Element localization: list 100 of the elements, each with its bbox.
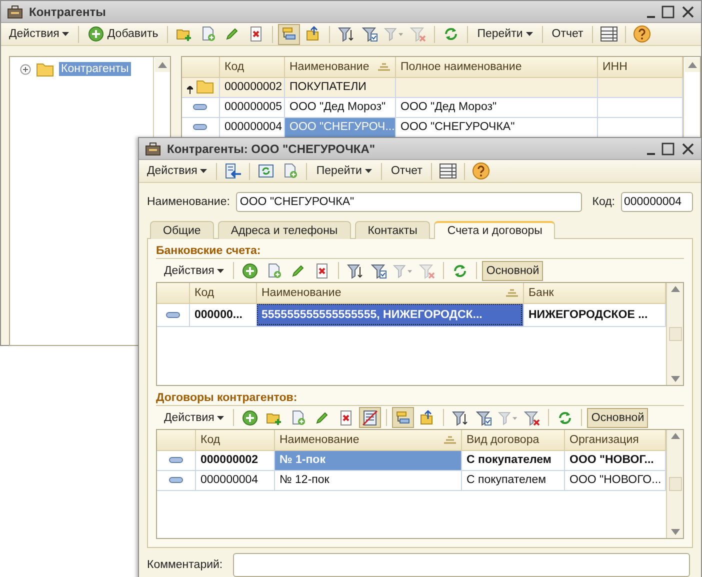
- toolbar-button[interactable]: [598, 24, 620, 44]
- refresh-icon: [443, 26, 460, 42]
- pencil-icon: [290, 262, 306, 278]
- filter-check-icon: [371, 262, 388, 278]
- toolbar-button[interactable]: [631, 24, 654, 44]
- column-title: Банк: [528, 286, 554, 299]
- scrollbar[interactable]: [666, 283, 683, 385]
- scroll-up-icon: [670, 286, 680, 292]
- filter-clear-icon: [524, 410, 540, 426]
- column-title: Вид договора: [466, 434, 540, 446]
- field-label: Код:: [592, 196, 615, 208]
- table-cell: 000000004: [195, 470, 274, 490]
- hierarchy-icon: [395, 410, 412, 426]
- comment-field[interactable]: [233, 553, 690, 577]
- column-header[interactable]: Наименование: [256, 283, 523, 303]
- filter-check-icon: [476, 410, 492, 426]
- table-cell: ООО "НОВОГ...: [564, 450, 666, 470]
- dropdown-caret-icon: [200, 169, 208, 173]
- filter-icon: [338, 26, 354, 42]
- pencil-icon: [224, 26, 240, 42]
- menu-button[interactable]: Перейти: [473, 24, 537, 44]
- table-cell: № 1-пок: [274, 450, 461, 470]
- table-cell: ПОКУПАТЕЛИ: [284, 77, 395, 97]
- field-label: Наименование:: [147, 196, 230, 208]
- tab[interactable]: Контакты: [354, 221, 430, 239]
- minimize-icon: [647, 16, 655, 18]
- toggle-button[interactable]: Основной: [587, 408, 648, 428]
- column-title: Код: [200, 434, 220, 446]
- table-cell: С покупателем: [461, 470, 564, 490]
- column-title: Организация: [570, 434, 639, 446]
- sort-icon: [506, 288, 518, 297]
- document-add-icon: [200, 26, 216, 42]
- delete-icon: [314, 262, 330, 278]
- menu-button[interactable]: Действия: [143, 161, 212, 181]
- column-title: Наименование: [290, 60, 370, 73]
- column-header: [182, 57, 219, 77]
- column-header[interactable]: Код: [195, 430, 274, 450]
- menu-button[interactable]: Действия: [160, 260, 228, 280]
- table-cell: С покупателем: [461, 450, 564, 470]
- tab[interactable]: Адреса и телефоны: [218, 221, 351, 239]
- tab[interactable]: Счета и договоры: [434, 221, 556, 239]
- tab[interactable]: Общие: [150, 221, 214, 239]
- table-cell: ООО "Дед Мороз": [395, 97, 597, 117]
- filter-menu-icon: [498, 410, 518, 426]
- help-icon: [472, 162, 490, 180]
- column-header[interactable]: Наименование: [274, 430, 461, 450]
- column-header[interactable]: Вид договора: [461, 430, 564, 450]
- up-arrow-icon: [187, 86, 193, 94]
- scroll-up-button[interactable]: [154, 58, 170, 72]
- document-add-icon: [290, 410, 306, 426]
- toggle-button[interactable]: Основной: [482, 260, 544, 280]
- scrollbar[interactable]: [666, 430, 683, 538]
- field-label: Комментарий:: [147, 559, 224, 571]
- menu-button[interactable]: Действия: [160, 408, 228, 428]
- menu-button[interactable]: Перейти: [312, 161, 376, 181]
- toolbar-button[interactable]: [470, 160, 492, 182]
- column-header[interactable]: Организация: [564, 430, 666, 450]
- scrollbar-thumb[interactable]: [668, 327, 682, 341]
- column-header[interactable]: Код: [189, 283, 256, 303]
- name-field[interactable]: ООО "СНЕГУРОЧКА": [236, 192, 582, 212]
- document-arrow-icon: [224, 163, 242, 179]
- document-refresh-icon: [258, 163, 274, 179]
- column-header[interactable]: ИНН: [597, 57, 682, 77]
- scroll-up-button[interactable]: [684, 58, 700, 72]
- dropdown-caret-icon: [364, 169, 372, 173]
- delete-icon: [248, 26, 264, 42]
- menu-button[interactable]: Действия: [5, 24, 74, 44]
- window-title: Контрагенты: ООО "СНЕГУРОЧКА": [167, 142, 376, 156]
- column-header[interactable]: Банк: [523, 283, 666, 303]
- filter-check-icon: [362, 26, 378, 42]
- column-header[interactable]: Код: [219, 57, 284, 77]
- filter-menu-icon: [384, 26, 404, 42]
- crossed-document-icon: [362, 410, 378, 426]
- table-cell: НИЖЕГОРОДСКОЕ ...: [523, 303, 666, 326]
- item-icon: [166, 312, 180, 318]
- toolbar-button[interactable]: [359, 407, 382, 428]
- toolbar-button[interactable]: Отчет: [386, 161, 426, 181]
- scrollbar-thumb[interactable]: [668, 477, 682, 491]
- add-icon: [88, 26, 104, 42]
- minimize-icon: [647, 152, 655, 154]
- section-title: Банковские счета:: [156, 245, 261, 257]
- toolbar-button[interactable]: Добавить: [84, 24, 162, 44]
- filter-menu-icon: [393, 262, 414, 278]
- close-icon: [681, 4, 695, 18]
- column-title: ИНН: [602, 60, 628, 73]
- add-icon: [242, 262, 258, 278]
- column-header[interactable]: Наименование: [284, 57, 395, 77]
- dropdown-caret-icon: [526, 32, 533, 36]
- toolbar-button[interactable]: Отчет: [548, 24, 588, 44]
- column-header[interactable]: Полное наименование: [395, 57, 597, 77]
- scroll-up-icon: [158, 62, 166, 68]
- hierarchy-icon: [281, 26, 298, 42]
- dropdown-caret-icon: [62, 32, 70, 36]
- item-icon: [193, 104, 208, 110]
- toolbar-button[interactable]: [437, 160, 460, 182]
- scroll-down-icon: [670, 376, 680, 382]
- folder-icon: [36, 61, 54, 77]
- item-icon: [168, 477, 183, 483]
- code-field[interactable]: 000000004: [621, 192, 693, 212]
- scroll-down-icon: [670, 529, 680, 535]
